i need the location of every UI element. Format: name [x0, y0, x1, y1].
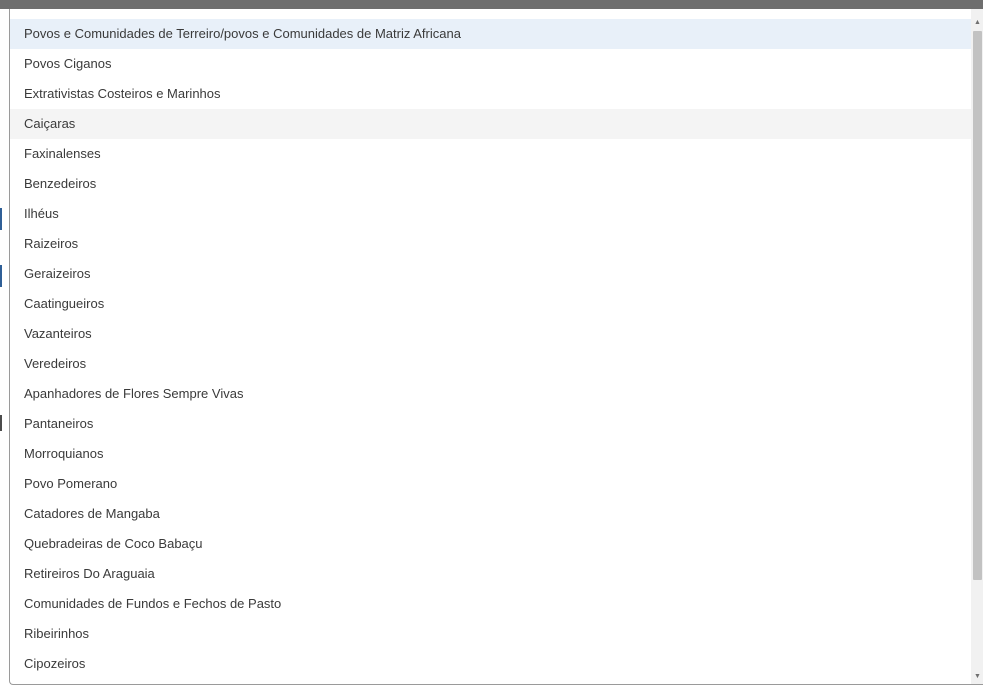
- select-dropdown-listbox[interactable]: Povos e Comunidades de Terreiro/povos e …: [9, 9, 983, 685]
- dropdown-option[interactable]: Povo Pomerano: [10, 469, 971, 499]
- overlay-top-bar: [0, 0, 983, 9]
- dropdown-option[interactable]: Raizeiros: [10, 229, 971, 259]
- dropdown-option[interactable]: Geraizeiros: [10, 259, 971, 289]
- dropdown-option[interactable]: Povos e Comunidades de Terreiro/povos e …: [10, 19, 971, 49]
- dropdown-option[interactable]: Povos Ciganos: [10, 49, 971, 79]
- dropdown-option[interactable]: Ribeirinhos: [10, 619, 971, 649]
- dropdown-option[interactable]: Extrativistas Costeiros e Marinhos: [10, 79, 971, 109]
- dropdown-option[interactable]: Catadores de Mangaba: [10, 499, 971, 529]
- background-edge-mark: [0, 415, 2, 431]
- dropdown-option[interactable]: Ilhéus: [10, 199, 971, 229]
- option-list: Povos e Comunidades de Terreiro/povos e …: [10, 19, 971, 679]
- dropdown-option[interactable]: Quebradeiras de Coco Babaçu: [10, 529, 971, 559]
- dropdown-option[interactable]: Benzedeiros: [10, 169, 971, 199]
- dropdown-option[interactable]: Faxinalenses: [10, 139, 971, 169]
- background-edge-mark: [0, 208, 2, 230]
- dropdown-option[interactable]: Retireiros Do Araguaia: [10, 559, 971, 589]
- dropdown-option[interactable]: Comunidades de Fundos e Fechos de Pasto: [10, 589, 971, 619]
- dropdown-option[interactable]: Apanhadores de Flores Sempre Vivas: [10, 379, 971, 409]
- dropdown-option[interactable]: Caatingueiros: [10, 289, 971, 319]
- background-edge-mark: [0, 265, 2, 287]
- vertical-scrollbar[interactable]: ▲ ▼: [971, 9, 983, 684]
- scroll-up-arrow-icon[interactable]: ▲: [971, 17, 983, 29]
- dropdown-option[interactable]: Pantaneiros: [10, 409, 971, 439]
- dropdown-option[interactable]: Morroquianos: [10, 439, 971, 469]
- dropdown-option[interactable]: Vazanteiros: [10, 319, 971, 349]
- scroll-down-arrow-icon[interactable]: ▼: [971, 671, 983, 683]
- dropdown-option[interactable]: Caiçaras: [10, 109, 971, 139]
- scrollbar-thumb[interactable]: [973, 31, 982, 580]
- dropdown-option[interactable]: Cipozeiros: [10, 649, 971, 679]
- page: Povos e Comunidades de Terreiro/povos e …: [0, 0, 983, 686]
- dropdown-option[interactable]: Veredeiros: [10, 349, 971, 379]
